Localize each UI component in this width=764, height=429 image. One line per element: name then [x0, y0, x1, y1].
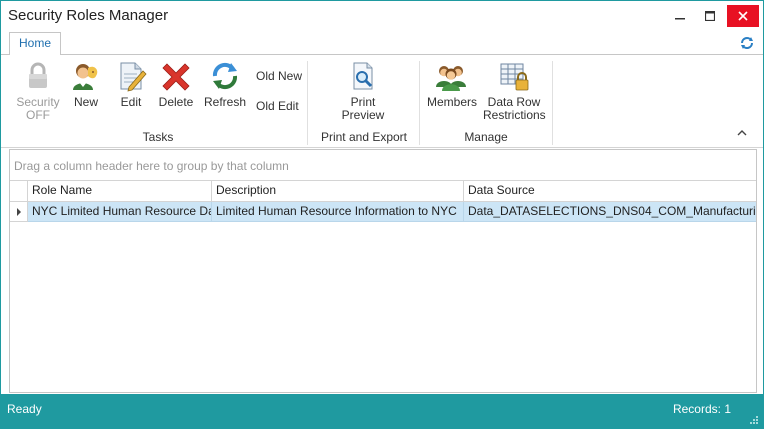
roles-grid: Drag a column header here to group by th…: [9, 149, 757, 393]
group-separator: [419, 61, 420, 145]
security-roles-manager-window: Security Roles Manager Home Security OFF…: [0, 0, 764, 429]
edit-document-icon: [120, 62, 147, 92]
group-label-manage: Manage: [464, 130, 508, 144]
ribbon: Security OFF New Edit Delete Refresh Old…: [1, 55, 763, 148]
print-preview-label-line2: Preview: [341, 108, 385, 122]
table-row[interactable]: NYC Limited Human Resource Data Limited …: [10, 202, 756, 222]
column-header-description[interactable]: Description: [212, 181, 464, 202]
members-button[interactable]: Members: [427, 60, 478, 109]
cell-role-name[interactable]: NYC Limited Human Resource Data: [28, 202, 212, 222]
lock-icon: [29, 62, 47, 88]
collapse-ribbon-icon[interactable]: [737, 129, 747, 137]
group-separator: [552, 61, 553, 145]
minimize-button[interactable]: [665, 5, 695, 27]
group-label-print-export: Print and Export: [320, 130, 408, 144]
window-title: Security Roles Manager: [8, 7, 169, 24]
row-pointer-icon: [17, 208, 21, 216]
data-row-restrictions-icon: [500, 63, 529, 91]
cell-data-source[interactable]: Data_DATASELECTIONS_DNS04_COM_Manufactur…: [464, 202, 756, 222]
old-edit-button[interactable]: Old Edit: [256, 99, 299, 113]
column-header-role-name[interactable]: Role Name: [28, 181, 212, 202]
new-user-icon: [73, 64, 98, 90]
group-by-panel[interactable]: Drag a column header here to group by th…: [10, 150, 756, 181]
delete-button[interactable]: Delete: [157, 60, 195, 109]
new-label: New: [73, 95, 98, 109]
group-label-tasks: Tasks: [142, 130, 174, 144]
ribbon-tab-row: Home: [1, 32, 763, 56]
print-preview-button[interactable]: Print Preview: [339, 60, 387, 122]
refresh-icon[interactable]: [739, 35, 755, 51]
group-separator: [307, 61, 308, 145]
refresh-button[interactable]: Refresh: [203, 60, 247, 109]
print-preview-icon: [353, 62, 373, 90]
status-text: Ready: [7, 402, 42, 416]
delete-label: Delete: [158, 95, 194, 109]
edit-button[interactable]: Edit: [113, 60, 149, 109]
security-label-line2: OFF: [26, 108, 50, 122]
refresh-icon: [212, 62, 238, 90]
minimize-icon: [675, 18, 685, 20]
title-bar: Security Roles Manager: [1, 1, 763, 32]
security-off-button[interactable]: Security OFF: [15, 60, 61, 122]
data-row-restrictions-button[interactable]: Data Row Restrictions: [483, 60, 546, 122]
records-count: Records: 1: [672, 402, 731, 416]
data-row-label-line2: Restrictions: [483, 108, 546, 122]
new-button[interactable]: New: [67, 60, 105, 109]
status-bar: Ready Records: 1: [1, 394, 763, 429]
members-icon: [436, 66, 466, 91]
old-new-button[interactable]: Old New: [256, 69, 302, 83]
close-button[interactable]: [727, 5, 759, 27]
refresh-label: Refresh: [203, 95, 247, 109]
maximize-icon: [705, 11, 715, 21]
close-icon: [738, 11, 748, 21]
resize-grip-icon[interactable]: [749, 415, 759, 425]
delete-x-icon: [162, 63, 190, 91]
group-by-hint: Drag a column header here to group by th…: [14, 159, 289, 173]
cell-description[interactable]: Limited Human Resource Information to NY…: [212, 202, 464, 222]
edit-label: Edit: [120, 95, 142, 109]
maximize-button[interactable]: [695, 5, 725, 27]
column-header-data-source[interactable]: Data Source: [464, 181, 756, 202]
tab-home[interactable]: Home: [9, 32, 61, 56]
members-label: Members: [427, 95, 478, 109]
row-indicator-header: [10, 181, 28, 202]
row-indicator: [10, 202, 28, 222]
